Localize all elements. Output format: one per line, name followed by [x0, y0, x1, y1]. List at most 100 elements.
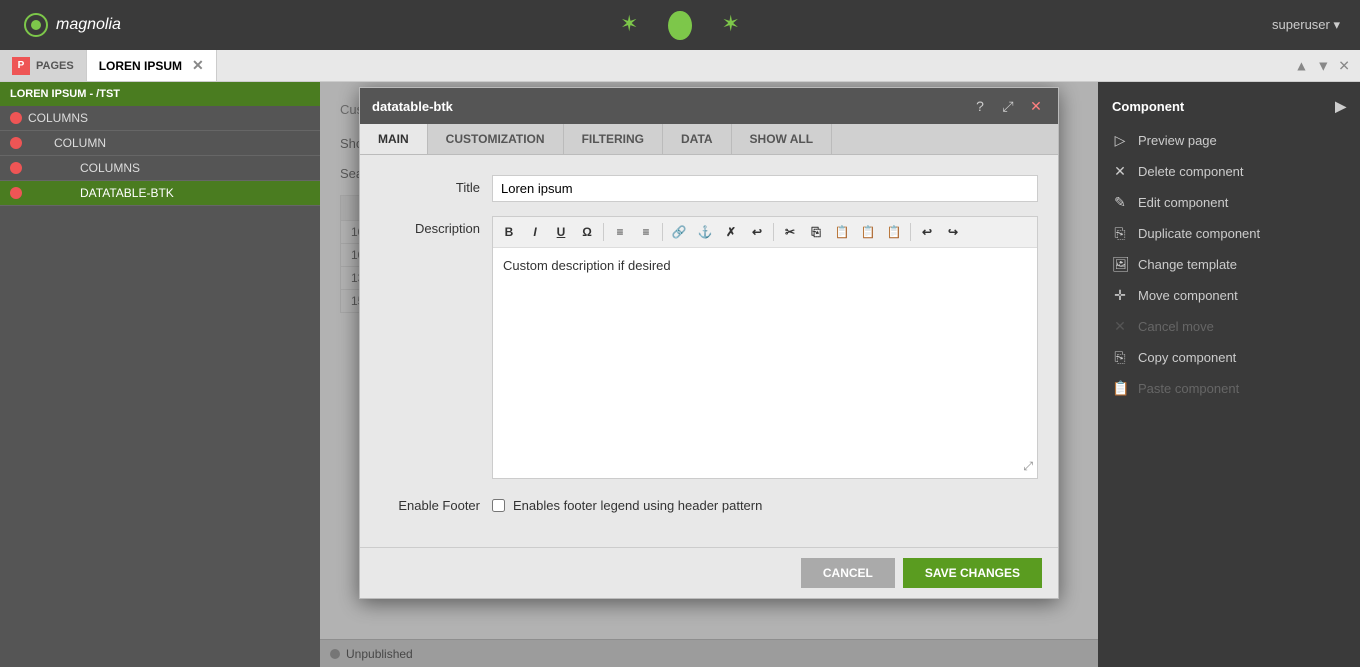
title-input[interactable]	[492, 175, 1038, 202]
rte-undo[interactable]: ↩	[915, 220, 939, 244]
sidebar-expand-icon[interactable]: ▶	[1335, 98, 1346, 115]
pages-tab-label: PAGES	[36, 60, 74, 72]
save-button[interactable]: SAVE CHANGES	[903, 558, 1042, 588]
tree-item-datatable[interactable]: DATATABLE-BTK	[0, 181, 320, 206]
magnolia-logo: magnolia	[20, 9, 121, 41]
tab-customization[interactable]: CUSTOMIZATION	[428, 124, 564, 154]
dot-icon	[10, 187, 22, 199]
tab-data[interactable]: DATA	[663, 124, 732, 154]
cancel-button[interactable]: CANCEL	[801, 558, 895, 588]
sidebar-item-label: Preview page	[1138, 133, 1217, 148]
logo-text: magnolia	[56, 16, 121, 34]
icon-cursor[interactable]: ✦	[668, 11, 691, 40]
rte-copy[interactable]: ⎘	[804, 220, 828, 244]
rte-sep-1	[603, 223, 604, 241]
icon-star[interactable]: ✶	[722, 11, 740, 40]
rte-paste-1[interactable]: 📋	[830, 220, 854, 244]
duplicate-icon: ⎘	[1112, 225, 1128, 242]
sidebar-item-label: Paste component	[1138, 381, 1239, 396]
sidebar-item-change-template[interactable]: 🖼 Change template	[1098, 249, 1360, 280]
copy-icon: ⎘	[1112, 349, 1128, 366]
dialog-tabs: MAIN CUSTOMIZATION FILTERING DATA SHOW A…	[360, 124, 1058, 155]
top-bar: magnolia ✶ ✦ ✶ superuser ▾	[0, 0, 1360, 50]
rte-ordered-list[interactable]: ≡	[608, 220, 632, 244]
tree-item-columns-2[interactable]: COLUMNS	[0, 156, 320, 181]
sidebar-item-preview[interactable]: ▷ Preview page	[1098, 125, 1360, 156]
dialog-header-icons: ? ⤢ ✕	[970, 96, 1046, 116]
footer-checkbox[interactable]	[492, 499, 505, 512]
pages-icon: P	[12, 57, 30, 75]
nav-up-icon[interactable]: ▲	[1295, 57, 1309, 74]
rte-cut[interactable]: ✂	[778, 220, 802, 244]
sidebar-item-label: Move component	[1138, 288, 1238, 303]
tree-label: COLUMNS	[80, 161, 140, 175]
sidebar-item-paste: 📋 Paste component	[1098, 373, 1360, 404]
dialog-close-icon[interactable]: ✕	[1026, 96, 1046, 116]
rte-content[interactable]: Custom description if desired ⤢	[493, 248, 1037, 478]
sidebar-item-delete[interactable]: ✕ Delete component	[1098, 156, 1360, 187]
user-menu[interactable]: superuser ▾	[1272, 17, 1340, 33]
sidebar-item-label: Duplicate component	[1138, 226, 1260, 241]
sidebar-section-title: Component ▶	[1098, 92, 1360, 125]
rte-expand-icon[interactable]: ⤢	[1023, 459, 1033, 474]
dialog: datatable-btk ? ⤢ ✕ MAIN CUSTOMIZATION F…	[359, 87, 1059, 599]
dialog-footer: CANCEL SAVE CHANGES	[360, 547, 1058, 598]
sidebar-item-label: Cancel move	[1138, 319, 1214, 334]
rte-sep-2	[662, 223, 663, 241]
sidebar-item-cancel-move: ✕ Cancel move	[1098, 311, 1360, 342]
tab-lorem-ipsum[interactable]: LOREN IPSUM ✕	[87, 50, 217, 81]
rte-redo[interactable]: ↪	[941, 220, 965, 244]
rte-toolbar: B I U Ω ≡ ≡ 🔗 ⚓ ✗	[493, 217, 1037, 248]
sidebar-item-edit[interactable]: ✎ Edit component	[1098, 187, 1360, 218]
tab-close-icon[interactable]: ✕	[192, 57, 204, 74]
enable-footer-label: Enable Footer	[380, 493, 480, 513]
tab-filtering[interactable]: FILTERING	[564, 124, 663, 154]
rte-anchor[interactable]: ⚓	[693, 220, 717, 244]
rte-omega[interactable]: Ω	[575, 220, 599, 244]
preview-icon: ▷	[1112, 132, 1128, 149]
dot-icon	[10, 137, 22, 149]
footer-checkbox-label: Enables footer legend using header patte…	[513, 498, 762, 513]
sidebar-item-duplicate[interactable]: ⎘ Duplicate component	[1098, 218, 1360, 249]
tree-item-column[interactable]: COLUMN	[0, 131, 320, 156]
rte-unlink[interactable]: ↩	[745, 220, 769, 244]
rte-unordered-list[interactable]: ≡	[634, 220, 658, 244]
rte-eraser[interactable]: ✗	[719, 220, 743, 244]
icon-settings[interactable]: ✶	[620, 11, 638, 40]
rte-underline[interactable]: U	[549, 220, 573, 244]
rte-link[interactable]: 🔗	[667, 220, 691, 244]
description-row: Description B I U Ω ≡ ≡	[380, 216, 1038, 479]
tree-item-columns-1[interactable]: COLUMNS	[0, 106, 320, 131]
cancel-move-icon: ✕	[1112, 318, 1128, 335]
tab-main[interactable]: MAIN	[360, 124, 428, 154]
tree-label: COLUMNS	[28, 111, 88, 125]
tab-show-all[interactable]: SHOW ALL	[732, 124, 833, 154]
active-tab-label: LOREN IPSUM	[99, 59, 182, 73]
tab-pages[interactable]: P PAGES	[0, 50, 87, 81]
rte-bold[interactable]: B	[497, 220, 521, 244]
rte-sep-4	[910, 223, 911, 241]
rte-text: Custom description if desired	[503, 258, 671, 273]
dialog-body: Title Description B I	[360, 155, 1058, 537]
enable-footer-row: Enable Footer Enables footer legend usin…	[380, 493, 1038, 513]
footer-field: Enables footer legend using header patte…	[492, 498, 1038, 513]
dialog-expand-icon[interactable]: ⤢	[998, 96, 1018, 116]
close-all-icon[interactable]: ✕	[1338, 57, 1350, 74]
dialog-help-icon[interactable]: ?	[970, 96, 990, 116]
tree-label: COLUMN	[54, 136, 106, 150]
dialog-header: datatable-btk ? ⤢ ✕	[360, 88, 1058, 124]
sidebar-item-label: Edit component	[1138, 195, 1228, 210]
dialog-overlay: datatable-btk ? ⤢ ✕ MAIN CUSTOMIZATION F…	[320, 82, 1098, 667]
tab-bar-nav: ▲ ▼ ✕	[1295, 57, 1350, 74]
sidebar-item-label: Change template	[1138, 257, 1237, 272]
rte-italic[interactable]: I	[523, 220, 547, 244]
nav-down-icon[interactable]: ▼	[1316, 57, 1330, 74]
sidebar-item-move[interactable]: ✛ Move component	[1098, 280, 1360, 311]
rte-paste-2[interactable]: 📋	[856, 220, 880, 244]
move-icon: ✛	[1112, 287, 1128, 304]
sidebar-item-copy[interactable]: ⎘ Copy component	[1098, 342, 1360, 373]
description-field: B I U Ω ≡ ≡ 🔗 ⚓ ✗	[492, 216, 1038, 479]
sidebar-item-label: Copy component	[1138, 350, 1236, 365]
rte-paste-3[interactable]: 📋	[882, 220, 906, 244]
description-label: Description	[380, 216, 480, 236]
